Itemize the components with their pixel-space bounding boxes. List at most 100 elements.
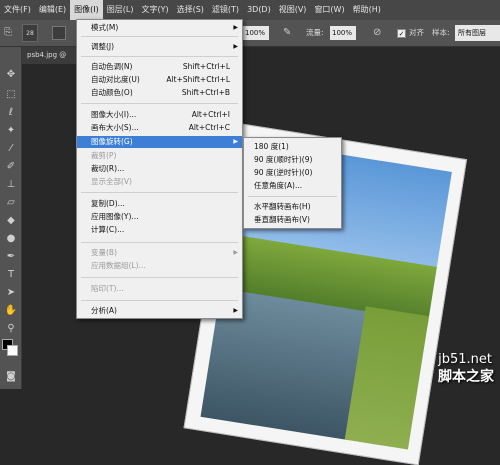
airbrush-icon[interactable]: ✎ [283, 25, 297, 41]
menu-type[interactable]: 文字(Y) [137, 0, 172, 20]
menu-item-trap[interactable]: 陷印(T)... [77, 283, 242, 295]
menu-separator [81, 36, 238, 37]
flow-value-field[interactable]: 100% [330, 26, 356, 40]
magic-wand-icon[interactable]: ✦ [3, 123, 19, 139]
pen-tool-icon[interactable]: ✒ [3, 249, 19, 265]
menu-item-flip-vertical[interactable]: 垂直翻转画布(V) [244, 214, 341, 226]
align-label: 对齐 [409, 26, 424, 40]
brush-size-preview[interactable]: 28 [22, 24, 38, 42]
submenu-arrow-icon: ▶ [233, 136, 238, 148]
menu-item-calculations[interactable]: 计算(C)... [77, 224, 242, 236]
path-select-icon[interactable]: ➤ [3, 285, 19, 301]
lasso-tool-icon[interactable]: ℓ [3, 105, 19, 121]
menu-3d[interactable]: 3D(D) [243, 0, 275, 20]
menu-item-rotate-90-cw[interactable]: 90 度(顺时针)(9) [244, 154, 341, 166]
menu-item-apply-data-set[interactable]: 应用数据组(L)... [77, 260, 242, 272]
menu-item-label: 图像大小(I)... [91, 110, 136, 119]
menu-separator [81, 242, 238, 243]
document-tab[interactable]: psb4.jpg @ [22, 47, 82, 64]
menu-file[interactable]: 文件(F) [0, 0, 35, 20]
brush-tool-icon[interactable]: ✐ [3, 159, 19, 175]
submenu-arrow-icon: ▶ [233, 247, 238, 259]
watermark-site: jb51.net [438, 352, 492, 367]
sample-select[interactable]: 所有图层 [455, 25, 500, 41]
paint-bucket-icon[interactable]: ◆ [3, 213, 19, 229]
quick-mask-icon[interactable]: ◙ [3, 369, 19, 385]
menu-item-reveal-all[interactable]: 显示全部(V) [77, 176, 242, 188]
menu-item-label: 应用图像(Y)... [91, 212, 139, 221]
menu-item-crop[interactable]: 裁剪(P) [77, 150, 242, 162]
eyedropper-icon[interactable]: ⁄ [3, 141, 19, 157]
menu-item-shortcut: Shift+Ctrl+L [183, 61, 230, 73]
move-tool-icon[interactable]: ✥ [3, 67, 19, 83]
menu-item-label: 自动对比度(U) [91, 75, 140, 84]
background-color-swatch[interactable] [7, 345, 18, 356]
menu-item-auto-contrast[interactable]: 自动对比度(U) Alt+Shift+Ctrl+L [77, 74, 242, 86]
menu-separator [81, 103, 238, 104]
image-rotation-submenu: 180 度(1) 90 度(顺时针)(9) 90 度(逆时针)(0) 任意角度(… [243, 137, 342, 229]
menu-item-label: 模式(M) [91, 23, 118, 32]
menu-item-shortcut: Alt+Shift+Ctrl+L [166, 74, 230, 86]
menu-item-adjustments[interactable]: 调整(J) ▶ [77, 41, 242, 53]
menu-view[interactable]: 视图(V) [275, 0, 311, 20]
menu-edit[interactable]: 编辑(E) [35, 0, 70, 20]
zoom-value-field[interactable]: 100% [243, 26, 269, 40]
menu-layer[interactable]: 图层(L) [103, 0, 138, 20]
menu-separator [248, 196, 337, 197]
menu-item-shortcut: Alt+Ctrl+C [189, 122, 230, 134]
menu-filter[interactable]: 滤镜(T) [208, 0, 243, 20]
submenu-arrow-icon: ▶ [233, 41, 238, 53]
pressure-icon[interactable]: ⊘ [373, 25, 387, 41]
menu-window[interactable]: 窗口(W) [310, 0, 348, 20]
flow-label: 流量: [306, 26, 324, 40]
clone-stamp-icon[interactable]: ⎘ [4, 26, 18, 40]
menu-item-label: 分析(A) [91, 306, 117, 315]
brush-panel-icon[interactable] [52, 26, 66, 40]
menu-item-analysis[interactable]: 分析(A) ▶ [77, 305, 242, 317]
menu-item-shortcut: Alt+Ctrl+I [192, 109, 230, 121]
submenu-arrow-icon: ▶ [233, 305, 238, 317]
menu-separator [81, 56, 238, 57]
menu-item-variables[interactable]: 变量(B)▶ [77, 247, 242, 259]
marquee-tool-icon[interactable]: ⬚ [3, 87, 19, 103]
menu-separator [81, 277, 238, 278]
zoom-tool-icon[interactable]: ⚲ [3, 321, 19, 337]
menu-item-auto-color[interactable]: 自动颜色(O)Shift+Ctrl+B [77, 87, 242, 99]
menu-item-image-size[interactable]: 图像大小(I)... Alt+Ctrl+I [77, 109, 242, 121]
type-tool-icon[interactable]: T [3, 267, 19, 283]
menu-separator [81, 192, 238, 193]
stamp-tool-icon[interactable]: ⊥ [3, 177, 19, 193]
menu-item-auto-tone[interactable]: 自动色调(N) Shift+Ctrl+L [77, 61, 242, 73]
menu-item-apply-image[interactable]: 应用图像(Y)... [77, 211, 242, 223]
menu-item-trim[interactable]: 裁切(R)... [77, 163, 242, 175]
menu-help[interactable]: 帮助(H) [349, 0, 385, 20]
menu-separator [81, 300, 238, 301]
menu-item-label: 图像旋转(G) [91, 137, 133, 146]
menu-item-rotate-90-ccw[interactable]: 90 度(逆时针)(0) [244, 167, 341, 179]
menu-item-label: 应用数据组(L)... [91, 261, 146, 270]
menu-item-arbitrary-rotation[interactable]: 任意角度(A)... [244, 180, 341, 192]
hand-tool-icon[interactable]: ✋ [3, 303, 19, 319]
tools-panel: ✥ ⬚ ℓ ✦ ⁄ ✐ ⊥ ▱ ◆ ● ✒ T ➤ ✋ ⚲ ◙ [0, 47, 22, 389]
menu-image[interactable]: 图像(I) [70, 0, 103, 20]
menu-item-label: 陷印(T)... [91, 284, 124, 293]
options-bar: ⎘ 28 100% ✎ 流量: 100% ⊘ ✓ 对齐 样本: 所有图层 [0, 20, 500, 47]
align-checkbox[interactable]: ✓ [397, 29, 406, 38]
menu-item-label: 计算(C)... [91, 225, 124, 234]
menu-item-label: 调整(J) [91, 42, 114, 51]
menu-item-label: 复制(D)... [91, 199, 125, 208]
menu-item-image-rotation[interactable]: 图像旋转(G) ▶ [77, 136, 242, 148]
menu-item-mode[interactable]: 模式(M)▶ [77, 22, 242, 34]
image-menu-dropdown: 模式(M)▶ 调整(J)▶ 自动色调(N)Shift+Ctrl+L 自动对比度(… [76, 19, 243, 319]
menu-item-flip-horizontal[interactable]: 水平翻转画布(H) [244, 201, 341, 213]
menu-bar: 文件(F) 编辑(E) 图像(I) 图层(L) 文字(Y) 选择(S) 滤镜(T… [0, 0, 500, 20]
sample-label: 样本: [432, 26, 450, 40]
menu-item-canvas-size[interactable]: 画布大小(S)...Alt+Ctrl+C [77, 122, 242, 134]
menu-item-label: 自动色调(N) [91, 62, 132, 71]
menu-select[interactable]: 选择(S) [173, 0, 208, 20]
menu-item-rotate-180[interactable]: 180 度(1) [244, 141, 341, 153]
menu-item-duplicate[interactable]: 复制(D)... [77, 198, 242, 210]
eraser-tool-icon[interactable]: ▱ [3, 195, 19, 211]
menu-item-label: 自动颜色(O) [91, 88, 133, 97]
dodge-tool-icon[interactable]: ● [3, 231, 19, 247]
